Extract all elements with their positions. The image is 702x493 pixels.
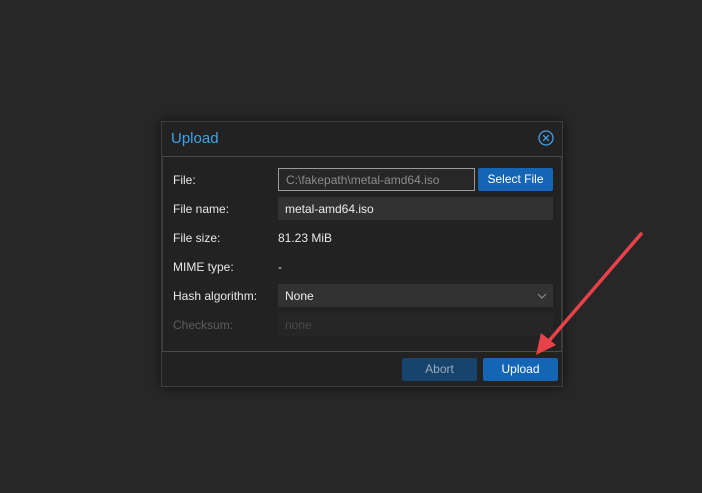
hash-algorithm-value: None (285, 289, 314, 303)
file-name-row: File name: metal-amd64.iso (163, 197, 561, 221)
file-path-field[interactable]: C:\fakepath\metal-amd64.iso (278, 168, 475, 191)
hash-algorithm-label: Hash algorithm: (173, 289, 258, 303)
checksum-input: none (278, 313, 553, 336)
dialog-footer: Abort Upload (162, 352, 562, 386)
file-name-input[interactable]: metal-amd64.iso (278, 197, 553, 220)
abort-button[interactable]: Abort (402, 358, 477, 381)
dialog-body: File: C:\fakepath\metal-amd64.iso Select… (162, 156, 562, 352)
close-icon[interactable] (538, 130, 554, 146)
checksum-label: Checksum: (173, 318, 234, 332)
file-size-label: File size: (173, 231, 221, 245)
file-label: File: (173, 173, 196, 187)
hash-algorithm-row: Hash algorithm: None (163, 284, 561, 308)
upload-dialog: Upload File: C:\fakepath\metal-amd64.iso… (161, 121, 563, 387)
upload-button[interactable]: Upload (483, 358, 558, 381)
file-name-label: File name: (173, 202, 230, 216)
select-file-button[interactable]: Select File (478, 168, 553, 191)
file-size-value: 81.23 MiB (278, 231, 333, 245)
mime-type-row: MIME type: - (163, 255, 561, 279)
file-size-row: File size: 81.23 MiB (163, 226, 561, 250)
chevron-down-icon (537, 290, 547, 300)
dialog-title: Upload (171, 130, 219, 147)
dialog-header: Upload (162, 122, 562, 156)
hash-algorithm-select[interactable]: None (278, 284, 553, 307)
checksum-row: Checksum: none (163, 313, 561, 337)
page-background: Upload File: C:\fakepath\metal-amd64.iso… (0, 0, 702, 493)
file-row: File: C:\fakepath\metal-amd64.iso Select… (163, 168, 561, 192)
mime-type-label: MIME type: (173, 260, 234, 274)
mime-type-value: - (278, 260, 282, 274)
